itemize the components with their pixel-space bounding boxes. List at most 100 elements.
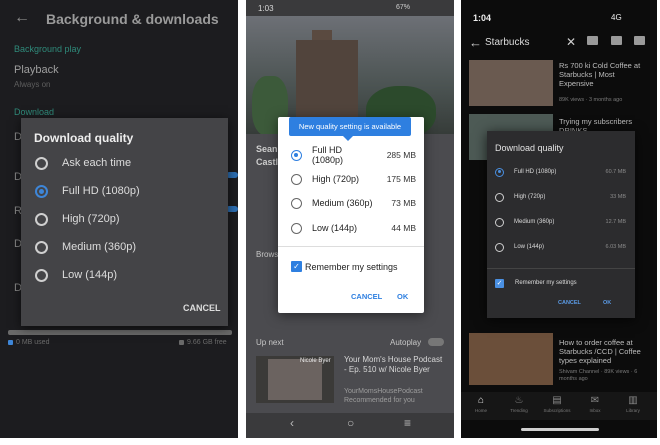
tab-inbox[interactable]: ✉ Inbox <box>576 395 614 413</box>
trending-icon: ♨ <box>514 395 524 406</box>
radio-icon[interactable] <box>291 222 302 234</box>
option-size: 73 MB <box>391 198 416 208</box>
tab-label: Home <box>474 408 487 413</box>
remember-settings-label: Remember my settings <box>515 280 577 286</box>
camera-icon[interactable] <box>611 36 622 45</box>
quality-option-144p[interactable]: Low (144p) <box>35 267 117 283</box>
checkbox-checked-icon[interactable]: ✓ <box>495 279 504 288</box>
radio-icon[interactable] <box>495 192 504 202</box>
radio-icon[interactable] <box>495 217 504 227</box>
radio-icon[interactable] <box>35 268 48 282</box>
recommended-meta: Recommended for you <box>344 397 415 404</box>
status-time: 1:04 <box>473 13 492 23</box>
thumbnail-image <box>268 359 322 400</box>
result-thumbnail[interactable] <box>469 333 553 385</box>
result-thumbnail[interactable] <box>469 60 553 106</box>
tab-trending[interactable]: ♨ Trending <box>500 395 538 413</box>
quality-option-720p[interactable]: High (720p) 175 MB <box>291 172 416 186</box>
option-label: High (720p) <box>312 174 360 184</box>
quality-option-360p[interactable]: Medium (360p) 12.7 MB <box>495 216 627 228</box>
radio-icon[interactable] <box>291 173 302 185</box>
back-arrow-icon[interactable]: ← <box>14 9 30 27</box>
tab-label: Subscriptions <box>543 408 571 413</box>
checkbox-checked-icon[interactable]: ✓ <box>291 261 302 272</box>
option-size: 285 MB <box>386 150 416 160</box>
option-size: 60.7 MB <box>605 169 626 175</box>
radio-icon[interactable] <box>495 242 504 252</box>
option-size: 175 MB <box>386 174 416 184</box>
option-label: High (720p) <box>62 213 120 225</box>
option-label: Ask each time <box>62 157 132 169</box>
radio-selected-icon[interactable] <box>291 149 302 161</box>
option-label: Low (144p) <box>514 244 545 250</box>
dialog-divider <box>487 268 635 269</box>
clear-search-icon[interactable]: ✕ <box>566 35 576 49</box>
used-legend-icon <box>8 340 13 345</box>
status-time: 1:03 <box>258 4 274 13</box>
cast-icon[interactable] <box>587 36 598 45</box>
status-battery: 67% <box>396 4 411 11</box>
radio-selected-icon[interactable] <box>495 167 504 177</box>
recommended-thumbnail[interactable]: Nicole Byer <box>256 356 334 403</box>
result-title[interactable]: Rs 700 ki Cold Coffee at Starbucks | Mos… <box>559 61 643 88</box>
quality-option-360p[interactable]: Medium (360p) <box>35 239 136 255</box>
search-query[interactable]: Starbucks <box>485 37 529 48</box>
radio-icon[interactable] <box>291 197 302 209</box>
radio-selected-icon[interactable] <box>35 184 48 198</box>
option-label: Low (144p) <box>62 269 118 281</box>
quality-option-360p[interactable]: Medium (360p) 73 MB <box>291 196 416 210</box>
cancel-button[interactable]: CANCEL <box>183 303 221 313</box>
quality-option-1080p[interactable]: Full HD (1080p) 285 MB <box>291 145 416 165</box>
radio-icon[interactable] <box>35 240 48 254</box>
dialog-title: Download quality <box>495 143 564 153</box>
storage-used: 0 MB used <box>16 339 50 346</box>
tab-home[interactable]: ⌂ Home <box>462 395 500 413</box>
section-downloads-label: Download <box>14 107 55 117</box>
download-quality-dialog: Download quality Ask each time Full HD (… <box>21 118 228 326</box>
filter-icon[interactable] <box>634 36 645 45</box>
option-size: 6.03 MB <box>605 244 626 250</box>
tab-subscriptions[interactable]: ▤ Subscriptions <box>538 395 576 413</box>
result-meta: 89K views · 3 months ago <box>559 97 623 103</box>
remember-settings-label: Remember my settings <box>305 262 398 272</box>
radio-icon[interactable] <box>35 156 48 170</box>
dialog-title: Download quality <box>34 131 134 145</box>
cancel-button[interactable]: CANCEL <box>351 292 382 301</box>
playback-sub: Always on <box>14 80 51 89</box>
recommended-channel: YourMomsHousePodcast <box>344 388 423 395</box>
option-size: 44 MB <box>391 223 416 233</box>
nav-home-icon[interactable]: ○ <box>347 416 354 430</box>
option-label: Medium (360p) <box>312 198 373 208</box>
library-icon: ▥ <box>628 395 638 406</box>
back-arrow-icon[interactable]: ← <box>469 35 482 50</box>
nav-back-icon[interactable]: ‹ <box>290 416 294 430</box>
autoplay-toggle[interactable] <box>428 338 444 346</box>
quality-option-720p[interactable]: High (720p) 33 MB <box>495 191 627 203</box>
option-size: 33 MB <box>610 194 626 200</box>
status-network: 4G <box>611 13 622 22</box>
cancel-button[interactable]: CANCEL <box>558 300 581 306</box>
option-label: Medium (360p) <box>62 241 136 253</box>
result-meta: Shivam Channel · 89K views · 6 months ag… <box>559 369 638 382</box>
quality-option-1080p[interactable]: Full HD (1080p) 60.7 MB <box>495 166 627 178</box>
quality-option-ask[interactable]: Ask each time <box>35 155 131 171</box>
panel-search-results: 1:04 4G ← Starbucks ✕ Rs 700 ki Cold Cof… <box>461 0 657 438</box>
option-size: 12.7 MB <box>605 219 626 225</box>
recommended-title[interactable]: Your Mom's House Podcast - Ep. 510 w/ Ni… <box>344 355 444 375</box>
option-label: Full HD (1080p) <box>514 169 557 175</box>
status-bar <box>246 0 454 16</box>
playback-label[interactable]: Playback <box>14 64 59 76</box>
option-label: High (720p) <box>514 194 546 200</box>
free-legend-icon <box>179 340 184 345</box>
radio-icon[interactable] <box>35 212 48 226</box>
ok-button[interactable]: OK <box>603 300 611 306</box>
quality-option-144p[interactable]: Low (144p) 44 MB <box>291 221 416 235</box>
video-title-fragment: Sean <box>256 144 278 154</box>
result-title[interactable]: How to order coffee at Starbucks /CCD | … <box>559 338 643 365</box>
nav-recents-icon[interactable]: ≡ <box>404 416 411 430</box>
quality-option-1080p[interactable]: Full HD (1080p) <box>35 183 140 199</box>
ok-button[interactable]: OK <box>397 292 408 301</box>
tab-library[interactable]: ▥ Library <box>614 395 652 413</box>
quality-option-720p[interactable]: High (720p) <box>35 211 119 227</box>
quality-option-144p[interactable]: Low (144p) 6.03 MB <box>495 241 627 253</box>
